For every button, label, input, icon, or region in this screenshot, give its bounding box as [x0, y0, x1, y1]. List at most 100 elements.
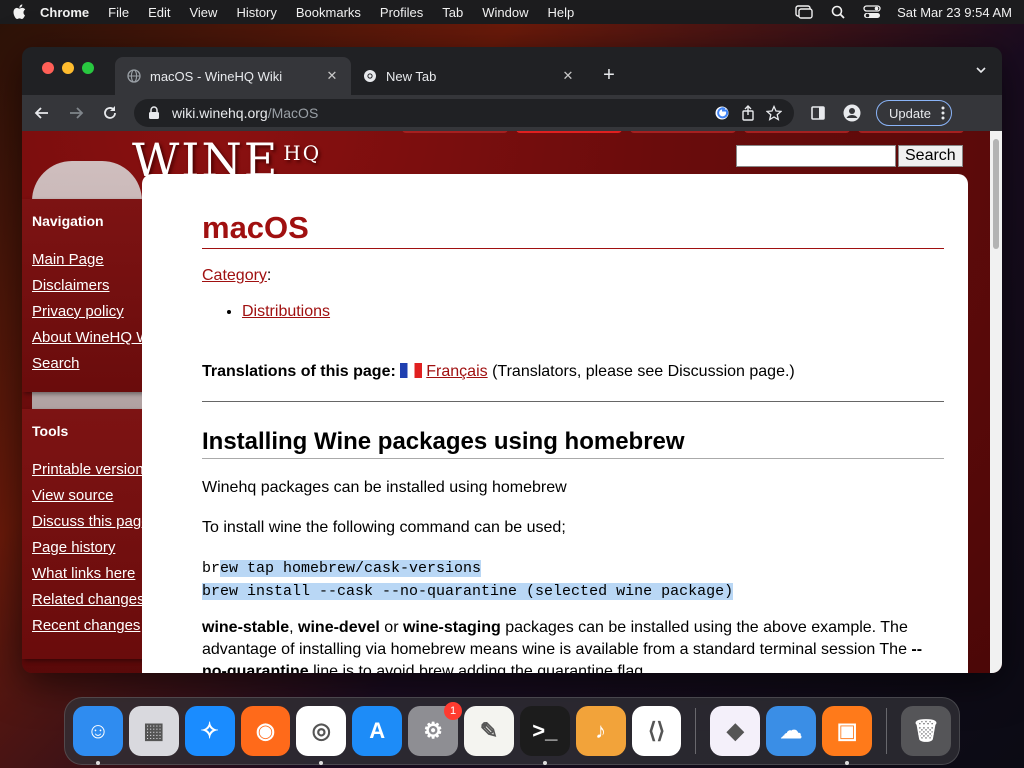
profile-avatar-icon[interactable] — [842, 103, 862, 123]
dock-textedit-icon[interactable]: ✎ — [464, 706, 514, 756]
more-menu-icon[interactable] — [941, 106, 945, 120]
section-heading: Installing Wine packages using homebrew — [202, 428, 944, 459]
running-indicator — [319, 761, 324, 765]
selected-text: ew tap homebrew/cask-versions — [220, 560, 482, 577]
menu-bookmarks[interactable]: Bookmarks — [296, 5, 361, 20]
site-search-input[interactable] — [736, 145, 896, 167]
translations-label: Translations of this page: — [202, 363, 396, 380]
dock-finder-icon[interactable]: ☺ — [73, 706, 123, 765]
menu-profiles[interactable]: Profiles — [380, 5, 423, 20]
close-tab-icon[interactable]: ✕ — [561, 68, 575, 83]
translations-note: (Translators, please see Discussion page… — [492, 363, 795, 380]
dock-trash-icon[interactable]: 🗑 — [901, 706, 951, 756]
menu-window[interactable]: Window — [482, 5, 528, 20]
menu-clock[interactable]: Sat Mar 23 9:54 AM — [897, 5, 1012, 20]
menu-edit[interactable]: Edit — [148, 5, 170, 20]
window-controls — [42, 62, 94, 74]
site-top-tabs — [402, 131, 964, 133]
url-path: /MacOS — [267, 105, 319, 121]
page-title: macOS — [202, 210, 944, 249]
menu-file[interactable]: File — [108, 5, 129, 20]
dock-visual-studio-icon[interactable]: ◆ — [710, 706, 761, 756]
translation-french-link[interactable]: Français — [426, 363, 487, 380]
dock: ☺ ▦ ✧ ◉ ◎ A ⚙ 1 ✎ >_ ♪ ⟨⟩ ◆ ☁ ▣ 🗑 — [64, 697, 960, 765]
dock-launchpad-icon[interactable]: ▦ — [128, 706, 179, 756]
browser-window: macOS - WineHQ Wiki ✕ New Tab ✕ + wiki.w… — [22, 47, 1002, 673]
address-bar[interactable]: wiki.winehq.org/MacOS — [134, 99, 794, 127]
code-line-1: brew tap homebrew/cask-versions — [202, 560, 482, 577]
menu-tab[interactable]: Tab — [442, 5, 463, 20]
site-info-icon[interactable] — [146, 105, 162, 121]
tab-title: New Tab — [386, 68, 437, 84]
update-button[interactable]: Update — [876, 100, 952, 126]
category-list: Distributions — [242, 303, 944, 321]
dock-safari-icon[interactable]: ✧ — [184, 706, 235, 756]
dock-terminal-icon[interactable]: >_ — [519, 706, 570, 765]
notification-badge: 1 — [444, 702, 463, 720]
dock-app-store-icon[interactable]: A — [352, 706, 403, 756]
chrome-icon — [363, 69, 377, 83]
dock-chrome-icon[interactable]: ◎ — [296, 706, 347, 765]
update-label: Update — [889, 105, 931, 121]
dock-garageband-icon[interactable]: ♪ — [575, 706, 626, 756]
dock-firefox-icon[interactable]: ◉ — [240, 706, 291, 756]
tab-strip: macOS - WineHQ Wiki ✕ New Tab ✕ + — [22, 47, 1002, 95]
browser-toolbar: wiki.winehq.org/MacOS Update — [22, 95, 1002, 131]
dock-screen-recorder-icon[interactable]: ▣ — [822, 706, 873, 765]
dock-system-settings-icon[interactable]: ⚙ 1 — [408, 702, 463, 756]
running-indicator — [845, 761, 850, 765]
close-tab-icon[interactable]: ✕ — [325, 68, 339, 83]
apple-icon[interactable] — [12, 4, 26, 20]
menu-bar: Chrome File Edit View History Bookmarks … — [0, 0, 1024, 24]
menu-help[interactable]: Help — [548, 5, 575, 20]
dock-vscode-icon[interactable]: ⟨⟩ — [631, 706, 682, 756]
new-tab-button[interactable]: + — [597, 64, 621, 87]
running-indicator — [542, 761, 547, 765]
page-viewport: WINE HQ Search Navigation Main Page Discl… — [22, 131, 1002, 673]
site-search: Search — [736, 145, 963, 167]
tab-winehq[interactable]: macOS - WineHQ Wiki ✕ — [115, 57, 351, 95]
dock-separator — [886, 708, 888, 754]
menu-history[interactable]: History — [236, 5, 276, 20]
paragraph-intro: Winehq packages can be installed using h… — [202, 479, 567, 496]
close-window-button[interactable] — [42, 62, 54, 74]
zoom-window-button[interactable] — [82, 62, 94, 74]
french-flag-icon — [400, 363, 423, 378]
tab-search-chevron-icon[interactable] — [974, 63, 988, 77]
share-icon[interactable] — [740, 105, 756, 121]
dock-separator — [695, 708, 697, 754]
article-content: macOS Category: Distributions Translatio… — [142, 174, 968, 673]
category-line: Category: — [202, 267, 272, 284]
divider — [202, 401, 944, 402]
screen-mirroring-icon[interactable] — [795, 5, 813, 19]
back-arrow-icon[interactable] — [32, 103, 52, 123]
site-search-button[interactable]: Search — [898, 145, 963, 167]
control-center-icon[interactable] — [863, 5, 881, 19]
tab-new-tab[interactable]: New Tab ✕ — [351, 57, 587, 95]
bookmark-star-icon[interactable] — [766, 105, 782, 121]
translations-line: Translations of this page: Français (Tra… — [202, 361, 944, 383]
list-item: Distributions — [242, 303, 944, 321]
tab-title: macOS - WineHQ Wiki — [150, 68, 283, 84]
side-panel-icon[interactable] — [808, 103, 828, 123]
google-lens-icon[interactable] — [714, 105, 730, 121]
code-block[interactable]: brew tap homebrew/cask-versions brew ins… — [202, 557, 944, 603]
paragraph-install: To install wine the following command ca… — [202, 519, 566, 536]
reload-icon[interactable] — [100, 103, 120, 123]
scrollbar-thumb[interactable] — [993, 139, 999, 249]
globe-icon — [127, 69, 141, 83]
page-scrollbar[interactable] — [990, 131, 1002, 673]
menu-app-name[interactable]: Chrome — [40, 5, 89, 20]
running-indicator — [96, 761, 100, 765]
selected-text: brew install --cask --no-quarantine (sel… — [202, 583, 734, 600]
menu-view[interactable]: View — [189, 5, 217, 20]
url-host: wiki.winehq.org — [172, 105, 268, 121]
minimize-window-button[interactable] — [62, 62, 74, 74]
forward-arrow-icon[interactable] — [66, 103, 86, 123]
paragraph-packages: wine-stable, wine-devel or wine-staging … — [202, 619, 923, 673]
dock-weather-icon[interactable]: ☁ — [766, 706, 817, 756]
category-distributions-link[interactable]: Distributions — [242, 303, 330, 320]
spotlight-search-icon[interactable] — [829, 5, 847, 19]
code-line-2: brew install --cask --no-quarantine (sel… — [202, 580, 944, 603]
category-link[interactable]: Category — [202, 267, 267, 284]
